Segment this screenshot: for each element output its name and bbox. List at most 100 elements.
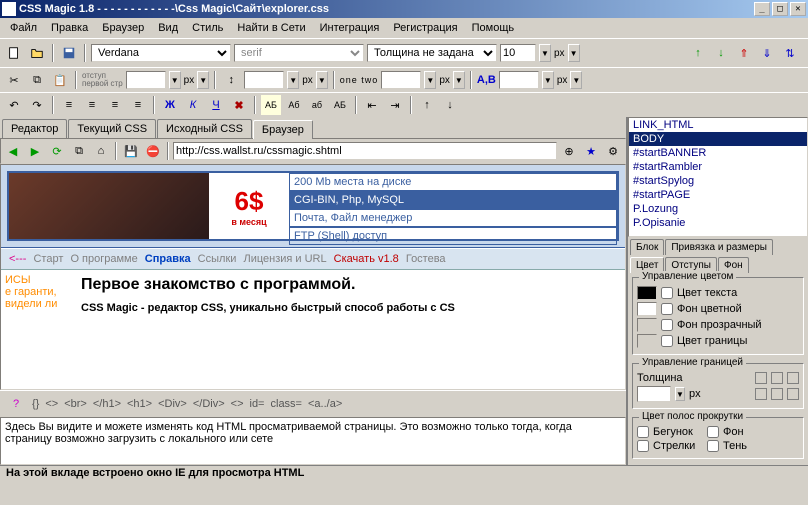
indent-input[interactable] <box>126 71 166 89</box>
list-item[interactable]: #startSpylog <box>629 174 807 188</box>
align-left-icon[interactable]: ≡ <box>59 95 79 115</box>
refresh-icon[interactable]: ⟳ <box>47 141 67 161</box>
arrow-up-green-icon[interactable]: ↑ <box>688 43 708 63</box>
list-item[interactable]: BODY <box>629 132 807 146</box>
save-page-icon[interactable]: 💾 <box>121 141 141 161</box>
color-swatch[interactable] <box>637 302 657 316</box>
list-item[interactable]: #startBANNER <box>629 146 807 160</box>
tab-Редактор[interactable]: Редактор <box>2 119 67 138</box>
ab-input[interactable] <box>499 71 539 89</box>
nav-link[interactable]: Старт <box>33 253 63 265</box>
underline-button[interactable]: Ч <box>206 95 226 115</box>
copy-icon[interactable]: ⧉ <box>27 70 47 90</box>
unit-drop-icon[interactable]: ▼ <box>197 71 209 89</box>
sp-drop-icon[interactable]: ▼ <box>424 71 436 89</box>
case-ab1-button[interactable]: АБ <box>261 95 281 115</box>
case-ab4-button[interactable]: АБ <box>330 95 350 115</box>
case-ab2-button[interactable]: Аб <box>284 95 304 115</box>
selector-listbox[interactable]: LINK_HTMLBODY#startBANNER#startRambler#s… <box>628 117 808 237</box>
tag-button[interactable]: <br> <box>64 398 87 410</box>
list-item[interactable]: #startRambler <box>629 160 807 174</box>
menu-Помощь[interactable]: Помощь <box>466 20 521 36</box>
border-style-2-icon[interactable] <box>771 372 783 384</box>
font-family-select[interactable]: Verdana <box>91 44 231 62</box>
move-up-icon[interactable]: ↑ <box>417 95 437 115</box>
spacing-input[interactable] <box>381 71 421 89</box>
go-icon[interactable]: ⊕ <box>559 141 579 161</box>
move-down-icon[interactable]: ↓ <box>440 95 460 115</box>
menu-Стиль[interactable]: Стиль <box>186 20 229 36</box>
unit-drop-icon[interactable]: ▼ <box>570 71 582 89</box>
scroll-checkbox[interactable] <box>637 426 649 438</box>
paste-icon[interactable]: 📋 <box>50 70 70 90</box>
border-style-5-icon[interactable] <box>771 388 783 400</box>
minimize-button[interactable]: _ <box>754 2 770 16</box>
italic-button[interactable]: К <box>183 95 203 115</box>
menu-Вид[interactable]: Вид <box>152 20 184 36</box>
menu-Найти в Сети[interactable]: Найти в Сети <box>231 20 311 36</box>
indent-icon[interactable]: ⇥ <box>385 95 405 115</box>
nav-link[interactable]: Скачать v1.8 <box>334 253 399 265</box>
panel-tab[interactable]: Блок <box>630 239 664 255</box>
tag-button[interactable]: id= <box>250 398 265 410</box>
menu-Браузер[interactable]: Браузер <box>96 20 150 36</box>
line-height-icon[interactable]: ↕ <box>221 70 241 90</box>
ab-drop-icon[interactable]: ▼ <box>542 71 554 89</box>
tag-button[interactable]: class= <box>271 398 303 410</box>
open-icon[interactable]: ⧉ <box>69 141 89 161</box>
nav-link[interactable]: Лицензия и URL <box>243 253 326 265</box>
line-height-input[interactable] <box>244 71 284 89</box>
nav-link[interactable]: Гостева <box>406 253 446 265</box>
tab-Исходный CSS[interactable]: Исходный CSS <box>157 119 252 138</box>
list-item[interactable]: P.Opisanie <box>629 216 807 230</box>
save-icon[interactable] <box>59 43 79 63</box>
lh-drop-icon[interactable]: ▼ <box>287 71 299 89</box>
arrow-down-blue-icon[interactable]: ⇓ <box>757 43 777 63</box>
tab-Текущий CSS[interactable]: Текущий CSS <box>68 119 156 138</box>
menu-Интеграция[interactable]: Интеграция <box>314 20 386 36</box>
panel-tab[interactable]: Привязка и размеры <box>665 239 773 255</box>
banner-feature[interactable]: 200 Mb места на диске <box>289 173 617 191</box>
banner-feature[interactable]: Почта, Файл менеджер <box>289 209 617 227</box>
border-style-4-icon[interactable] <box>755 388 767 400</box>
list-item[interactable]: P.Lozung <box>629 202 807 216</box>
tag-button[interactable]: </h1> <box>93 398 121 410</box>
arrow-down-green-icon[interactable]: ↓ <box>711 43 731 63</box>
banner-feature[interactable]: FTP (Shell) доступ <box>289 227 617 245</box>
unit-drop-icon[interactable]: ▼ <box>316 71 328 89</box>
unit-drop-icon[interactable]: ▼ <box>453 71 465 89</box>
tag-button[interactable]: {} <box>32 398 39 410</box>
maximize-button[interactable]: □ <box>772 2 788 16</box>
undo-icon[interactable]: ↶ <box>4 95 24 115</box>
nav-link[interactable]: О программе <box>70 253 137 265</box>
home-icon[interactable]: ⌂ <box>91 141 111 161</box>
nav-link[interactable]: Справка <box>145 253 191 265</box>
banner-feature[interactable]: CGI-BIN, Php, MySQL <box>289 191 617 209</box>
open-file-icon[interactable] <box>27 43 47 63</box>
align-center-icon[interactable]: ≡ <box>82 95 102 115</box>
new-file-icon[interactable] <box>4 43 24 63</box>
color-checkbox[interactable] <box>661 303 673 315</box>
border-style-1-icon[interactable] <box>755 372 767 384</box>
address-bar[interactable] <box>173 142 557 160</box>
align-justify-icon[interactable]: ≡ <box>128 95 148 115</box>
swap-icon[interactable]: ⇅ <box>780 43 800 63</box>
tag-button[interactable]: <h1> <box>127 398 152 410</box>
tag-button[interactable]: <a../a> <box>308 398 342 410</box>
color-checkbox[interactable] <box>661 287 673 299</box>
back-icon[interactable]: ◀ <box>3 141 23 161</box>
scroll-checkbox[interactable] <box>707 440 719 452</box>
font-generic-select[interactable]: serif <box>234 44 364 62</box>
menu-Регистрация[interactable]: Регистрация <box>387 20 463 36</box>
tag-button[interactable]: <> <box>45 398 58 410</box>
tag-button[interactable]: </Div> <box>193 398 225 410</box>
forward-icon[interactable]: ▶ <box>25 141 45 161</box>
source-textarea[interactable]: Здесь Вы видите и можете изменять код HT… <box>0 417 626 465</box>
case-ab3-button[interactable]: аб <box>307 95 327 115</box>
bold-button[interactable]: Ж <box>160 95 180 115</box>
thickness-input[interactable] <box>637 386 671 402</box>
thickness-drop-icon[interactable]: ▼ <box>675 387 685 401</box>
color-checkbox[interactable] <box>661 335 673 347</box>
redo-icon[interactable]: ↷ <box>27 95 47 115</box>
outdent-icon[interactable]: ⇤ <box>362 95 382 115</box>
